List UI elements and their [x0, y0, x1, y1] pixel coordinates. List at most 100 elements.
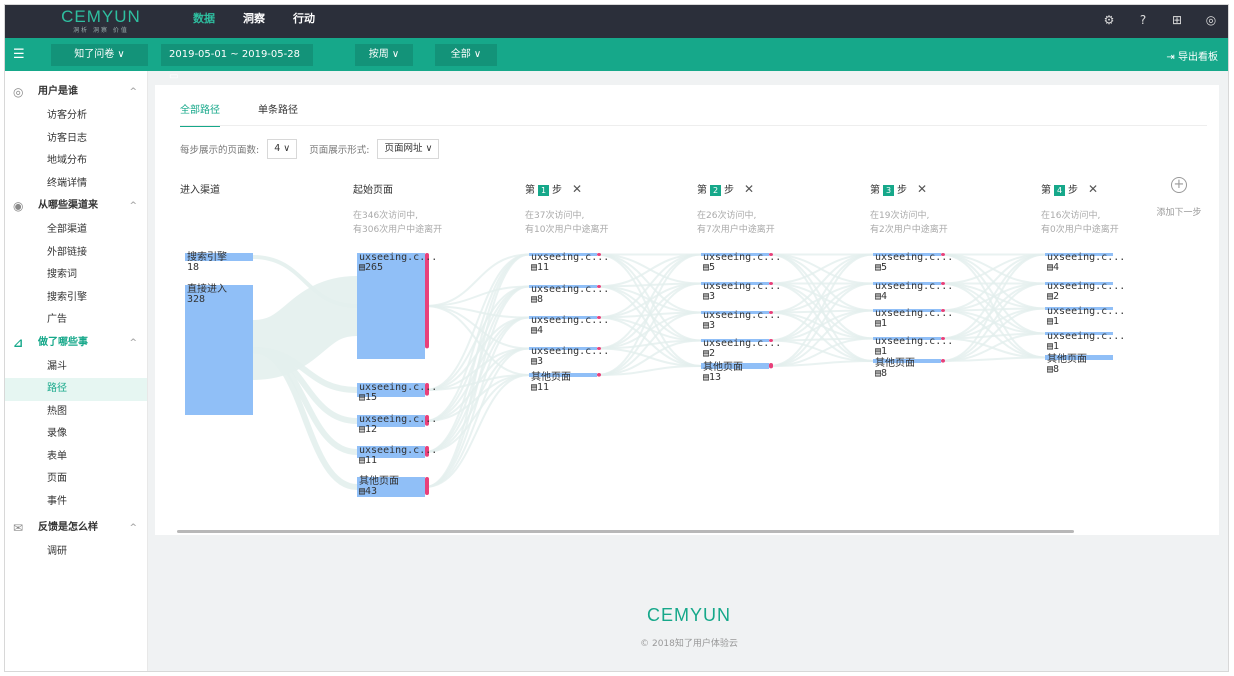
sidebar-section-feedback[interactable]: ✉ 反馈是怎么样 ^: [5, 517, 147, 539]
flow-link: [940, 253, 1046, 340]
chevron-up-icon: ^: [129, 523, 137, 533]
flow-node-label[interactable]: 其他页面 ▤11: [531, 373, 571, 393]
app-window: CEMYUN 洞析 洞察 价值 数据 洞察 行动 ⚙ ? ⊞ ◎ ☰ 知了问卷 …: [4, 4, 1229, 672]
flow-node-label[interactable]: 其他页面 ▤43: [359, 477, 399, 497]
chevron-up-icon: ^: [129, 201, 137, 211]
export-label: 导出看板: [1178, 52, 1218, 63]
flow-node-label[interactable]: 直接进入 328: [187, 285, 227, 305]
flow-node-label[interactable]: uxseeing.c... ▤4: [531, 316, 609, 336]
exit-marker: [425, 477, 429, 495]
close-icon[interactable]: ✕: [1088, 182, 1098, 196]
node-count: ▤4: [531, 325, 544, 336]
flow-node-label[interactable]: 其他页面 ▤8: [1047, 355, 1087, 375]
help-icon[interactable]: ?: [1136, 13, 1150, 27]
sidebar-section-channels[interactable]: ◉ 从哪些渠道来 ^: [5, 195, 147, 217]
add-step-button[interactable]: + 添加下一步: [1147, 177, 1211, 218]
flow-node-label[interactable]: uxseeing.c... ▤5: [875, 253, 953, 273]
sidebar-item-forms[interactable]: 表单: [5, 446, 147, 469]
menu-list-icon[interactable]: ☰: [13, 47, 25, 62]
footer: CEMYUN © 2018知了用户体验云: [148, 605, 1228, 649]
step-prefix: 第: [1041, 185, 1051, 196]
node-count: ▤12: [359, 424, 378, 435]
logo-text: CEMYUN: [61, 7, 141, 26]
node-count: ▤4: [1047, 262, 1060, 273]
chevron-up-icon: ^: [129, 337, 137, 348]
feedback-icon: ✉: [13, 521, 24, 535]
sidebar-section-who[interactable]: ◎ 用户是谁 ^: [5, 81, 147, 103]
step3-subtitle: 在19次访问中, 有2次用户中途离开: [870, 209, 948, 237]
export-dashboard-button[interactable]: ⇥ 导出看板: [1166, 48, 1218, 63]
node-count: ▤5: [703, 262, 716, 273]
sidebar-item-search-engines[interactable]: 搜索引擎: [5, 287, 147, 310]
sidebar-item-path[interactable]: 路径: [5, 378, 147, 401]
flow-node-label[interactable]: uxseeing.c... ▤3: [703, 311, 781, 331]
sidebar-item-visitor-log[interactable]: 访客日志: [5, 128, 147, 151]
app-logo[interactable]: CEMYUN 洞析 洞察 价值: [55, 7, 147, 34]
flow-node-label[interactable]: 搜索引擎 18: [187, 253, 227, 273]
close-icon[interactable]: ✕: [744, 182, 754, 196]
horizontal-scrollbar[interactable]: [177, 530, 1074, 533]
node-count: ▤3: [703, 320, 716, 331]
step1-header: 第 1 步 ✕: [525, 181, 582, 196]
flow-node-label[interactable]: 其他页面 ▤13: [703, 363, 743, 383]
close-icon[interactable]: ✕: [572, 182, 582, 196]
flow-node-label[interactable]: uxseeing.c... ▤4: [875, 282, 953, 302]
step1-subtitle: 在37次访问中, 有10次用户中途离开: [525, 209, 608, 237]
user-icon[interactable]: ◎: [1204, 13, 1218, 27]
node-count: ▤265: [359, 262, 384, 273]
sidebar-item-visitor-analysis[interactable]: 访客分析: [5, 105, 147, 128]
sidebar-item-geo[interactable]: 地域分布: [5, 150, 147, 173]
nav-data[interactable]: 数据: [193, 5, 215, 38]
flow-node-label[interactable]: uxseeing.c... ▤1: [1047, 307, 1125, 327]
sidebar-item-ads[interactable]: 广告: [5, 309, 147, 332]
flow-node-label[interactable]: uxseeing.c... ▤1: [875, 309, 953, 329]
node-count: ▤4: [875, 291, 888, 302]
sidebar-item-search-terms[interactable]: 搜索词: [5, 264, 147, 287]
nav-action[interactable]: 行动: [293, 5, 315, 38]
flow-node-label[interactable]: uxseeing.c... ▤3: [531, 347, 609, 367]
sidebar-item-external-links[interactable]: 外部链接: [5, 242, 147, 265]
step2-sub-line1: 在26次访问中,: [697, 211, 757, 221]
step-suffix: 步: [897, 185, 907, 196]
step4-header: 第 4 步 ✕: [1041, 181, 1098, 196]
sidebar-item-heatmap[interactable]: 热图: [5, 401, 147, 424]
filter-select[interactable]: 全部 ∨: [435, 44, 497, 66]
flow-node-label[interactable]: uxseeing.c... ▤11: [531, 253, 609, 273]
sidebar-item-all-channels[interactable]: 全部渠道: [5, 219, 147, 242]
step1-sub-line1: 在37次访问中,: [525, 211, 585, 221]
sidebar-item-funnel[interactable]: 漏斗: [5, 356, 147, 379]
flow-node-label[interactable]: uxseeing.c... ▤11: [359, 446, 437, 466]
apps-grid-icon[interactable]: ⊞: [1170, 13, 1184, 27]
flow-node-label[interactable]: uxseeing.c... ▤12: [359, 415, 437, 435]
flow-node-label[interactable]: uxseeing.c... ▤4: [1047, 253, 1125, 273]
gear-icon[interactable]: ⚙: [1102, 13, 1116, 27]
sidebar-item-survey[interactable]: 调研: [5, 541, 147, 564]
sidebar-item-pages[interactable]: 页面: [5, 468, 147, 491]
flow-node-label[interactable]: uxseeing.c... ▤2: [1047, 282, 1125, 302]
flow-node-label[interactable]: uxseeing.c... ▤2: [703, 339, 781, 359]
export-icon: ⇥: [1166, 52, 1175, 63]
close-icon[interactable]: ✕: [917, 182, 927, 196]
node-count: ▤8: [1047, 364, 1060, 375]
flow-link: [424, 316, 530, 488]
flow-node-label[interactable]: uxseeing.c... ▤265: [359, 253, 437, 273]
node-count: 328: [187, 294, 206, 305]
target-icon: ◉: [13, 199, 24, 213]
sidebar-item-events[interactable]: 事件: [5, 491, 147, 514]
project-select[interactable]: 知了问卷 ∨: [51, 44, 148, 66]
date-range-picker[interactable]: 2019-05-01 ~ 2019-05-28 ▭: [161, 44, 313, 82]
flow-node-label[interactable]: uxseeing.c... ▤5: [703, 253, 781, 273]
flow-node-label[interactable]: uxseeing.c... ▤1: [875, 337, 953, 357]
sidebar-item-recording[interactable]: 录像: [5, 423, 147, 446]
flow-node-label[interactable]: uxseeing.c... ▤15: [359, 383, 437, 403]
step-prefix: 第: [870, 185, 880, 196]
flow-node-label[interactable]: uxseeing.c... ▤1: [1047, 332, 1125, 352]
sidebar-item-devices[interactable]: 终端详情: [5, 173, 147, 196]
granularity-select[interactable]: 按周 ∨: [355, 44, 413, 66]
flow-node-label[interactable]: 其他页面 ▤8: [875, 359, 915, 379]
section-title: 做了哪些事: [38, 336, 88, 348]
sidebar-section-actions[interactable]: ⊿ 做了哪些事 ^: [5, 332, 147, 354]
nav-insight[interactable]: 洞察: [243, 5, 265, 38]
flow-node-label[interactable]: uxseeing.c... ▤8: [531, 285, 609, 305]
flow-node-label[interactable]: uxseeing.c... ▤3: [703, 282, 781, 302]
